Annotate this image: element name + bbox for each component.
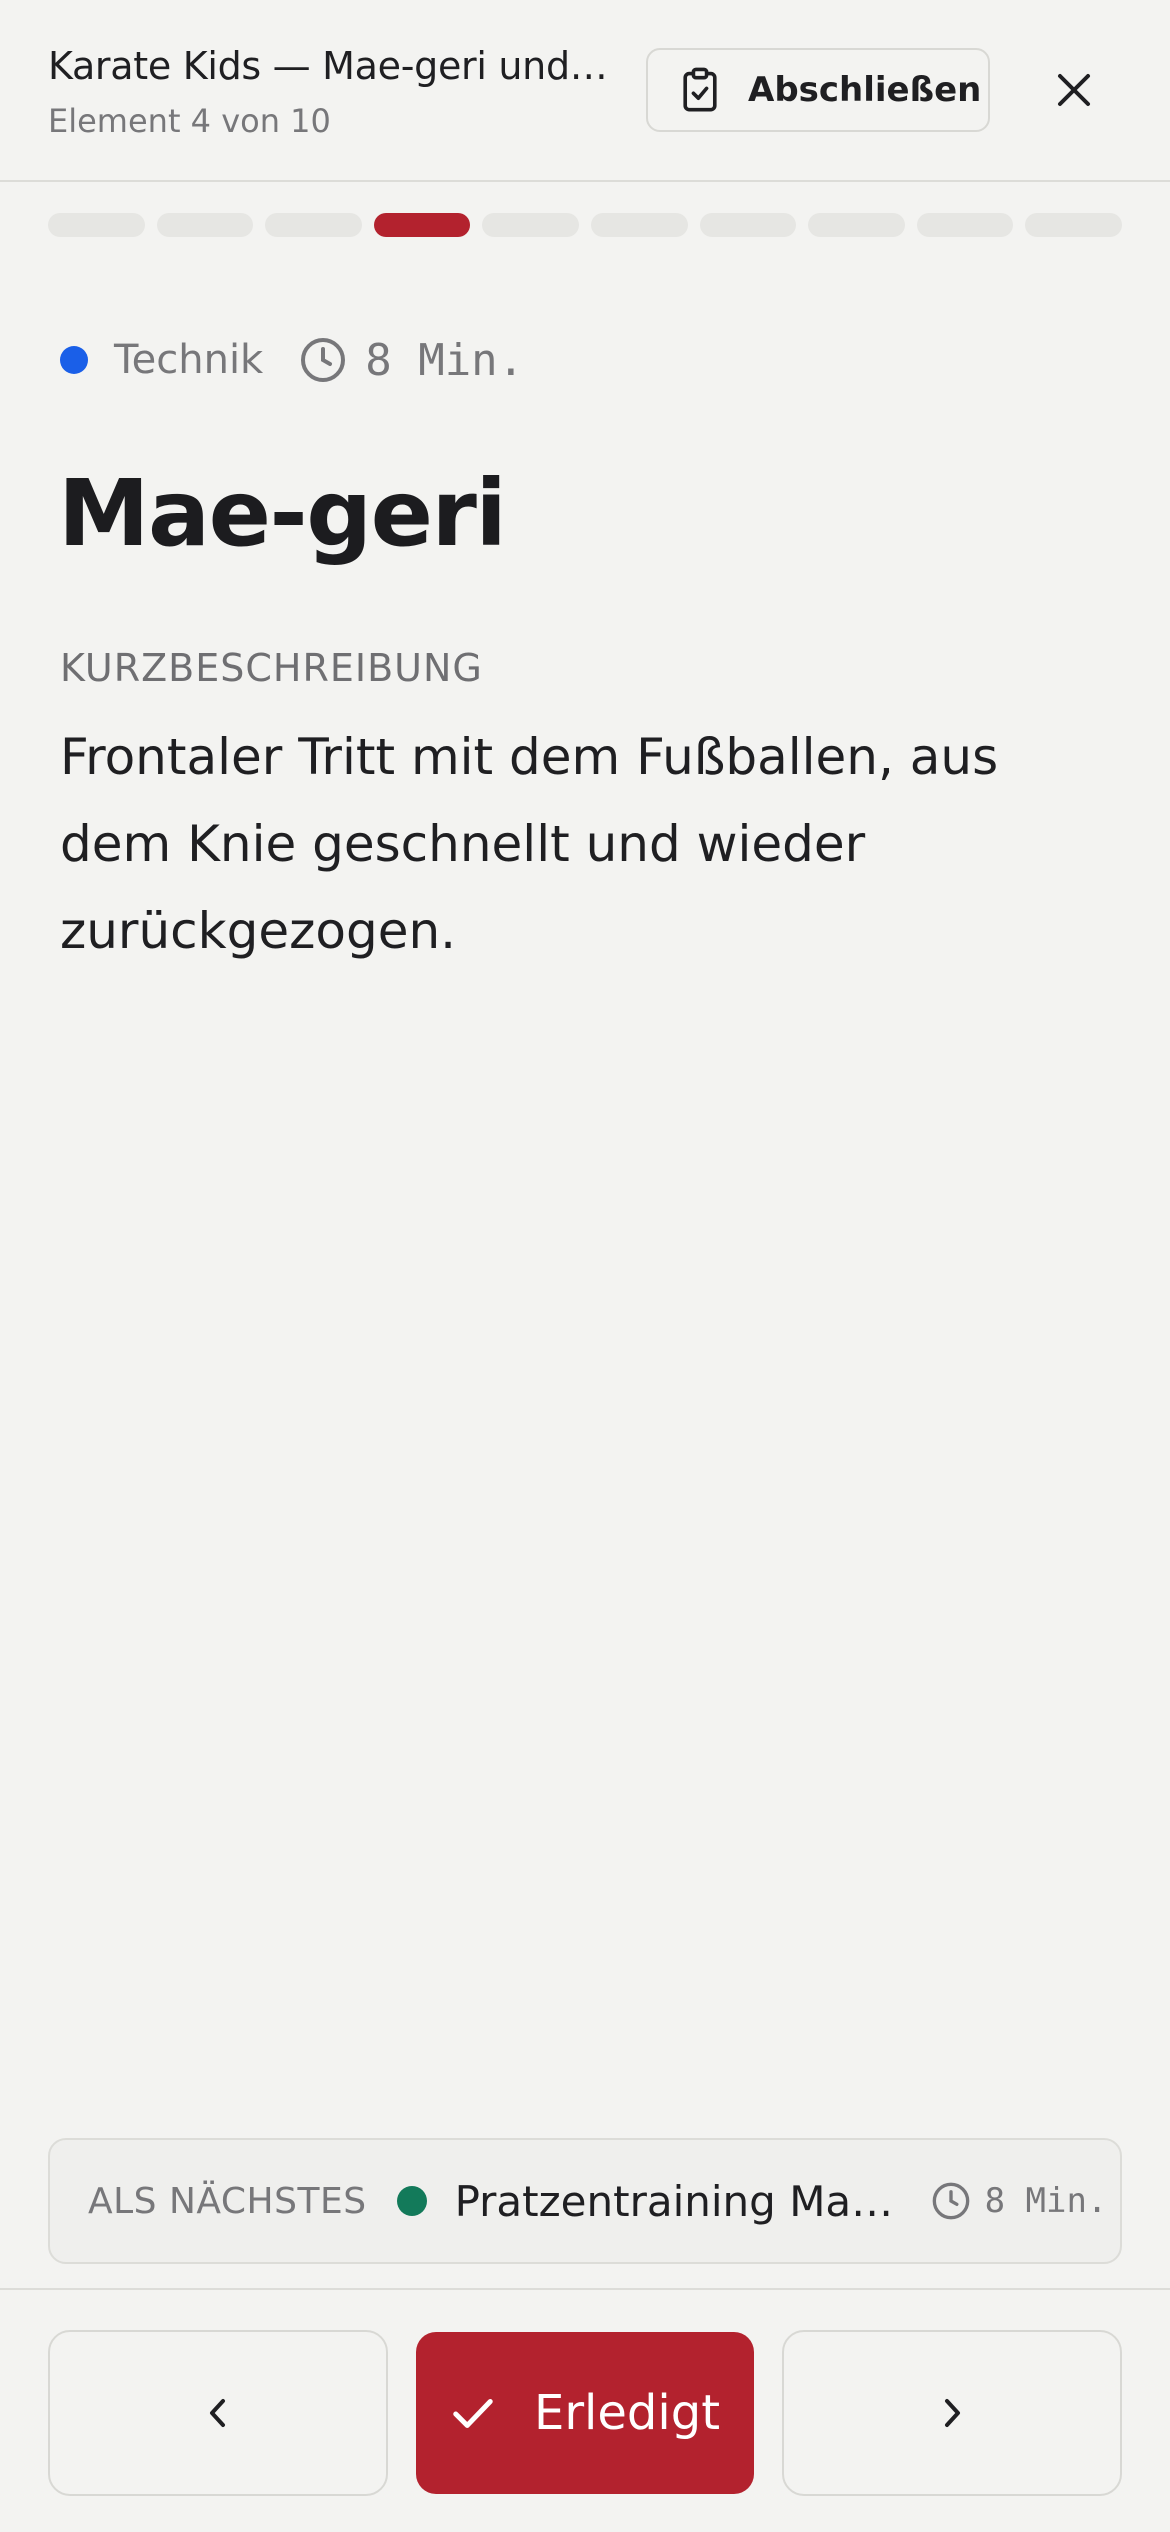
- next-category-dot: [396, 2186, 427, 2216]
- item-description: Frontaler Tritt mit dem Fußballen, aus d…: [60, 728, 999, 960]
- progress-segment: [48, 213, 145, 237]
- bottom-bar: Erledigt: [0, 2288, 1170, 2532]
- next-button[interactable]: [782, 2330, 1122, 2496]
- close-icon: [1058, 74, 1090, 106]
- next-label: ALS NÄCHSTES: [88, 2180, 367, 2222]
- finish-button[interactable]: Abschließen: [646, 48, 990, 132]
- clock-icon: [301, 338, 346, 382]
- element-counter: Element 4 von 10: [48, 102, 331, 140]
- previous-button[interactable]: [48, 2330, 388, 2496]
- done-button[interactable]: Erledigt: [416, 2332, 754, 2494]
- progress-segment: [1025, 213, 1122, 237]
- check-icon: [453, 2399, 493, 2428]
- progress-segment: [265, 213, 362, 237]
- duration-label: 8 Min.: [365, 334, 525, 386]
- category-label: Technik: [114, 337, 264, 383]
- item-meta: Technik 8 Min.: [60, 332, 524, 388]
- chevron-left-icon: [210, 2399, 225, 2427]
- finish-button-label: Abschließen: [748, 70, 982, 110]
- progress-segment: [808, 213, 905, 237]
- clock-icon: [932, 2182, 969, 2220]
- progress-segment: [156, 213, 254, 237]
- progress-segment: [916, 213, 1014, 237]
- category-dot: [60, 346, 88, 374]
- next-item-title: Pratzentraining Mae-g...: [454, 2176, 895, 2226]
- progress-bar: [48, 213, 1122, 237]
- top-bar: Karate Kids — Mae-geri und … Element 4 v…: [0, 0, 1170, 182]
- progress-segment: [373, 213, 471, 237]
- clipboard-check-icon: [683, 67, 717, 112]
- done-button-label: Erledigt: [533, 2385, 721, 2441]
- progress-segment: [482, 213, 579, 237]
- close-button[interactable]: [1040, 56, 1108, 124]
- next-item-card[interactable]: ALS NÄCHSTES Pratzentraining Mae-g... 8 …: [48, 2138, 1122, 2264]
- next-duration-label: 8 Min.: [984, 2181, 1108, 2221]
- progress-segment: [590, 213, 688, 237]
- progress-segment: [699, 213, 797, 237]
- section-label: KURZBESCHREIBUNG: [60, 646, 483, 690]
- session-title: Karate Kids — Mae-geri und …: [48, 44, 608, 88]
- chevron-right-icon: [945, 2399, 960, 2427]
- item-title: Mae-geri: [58, 460, 507, 567]
